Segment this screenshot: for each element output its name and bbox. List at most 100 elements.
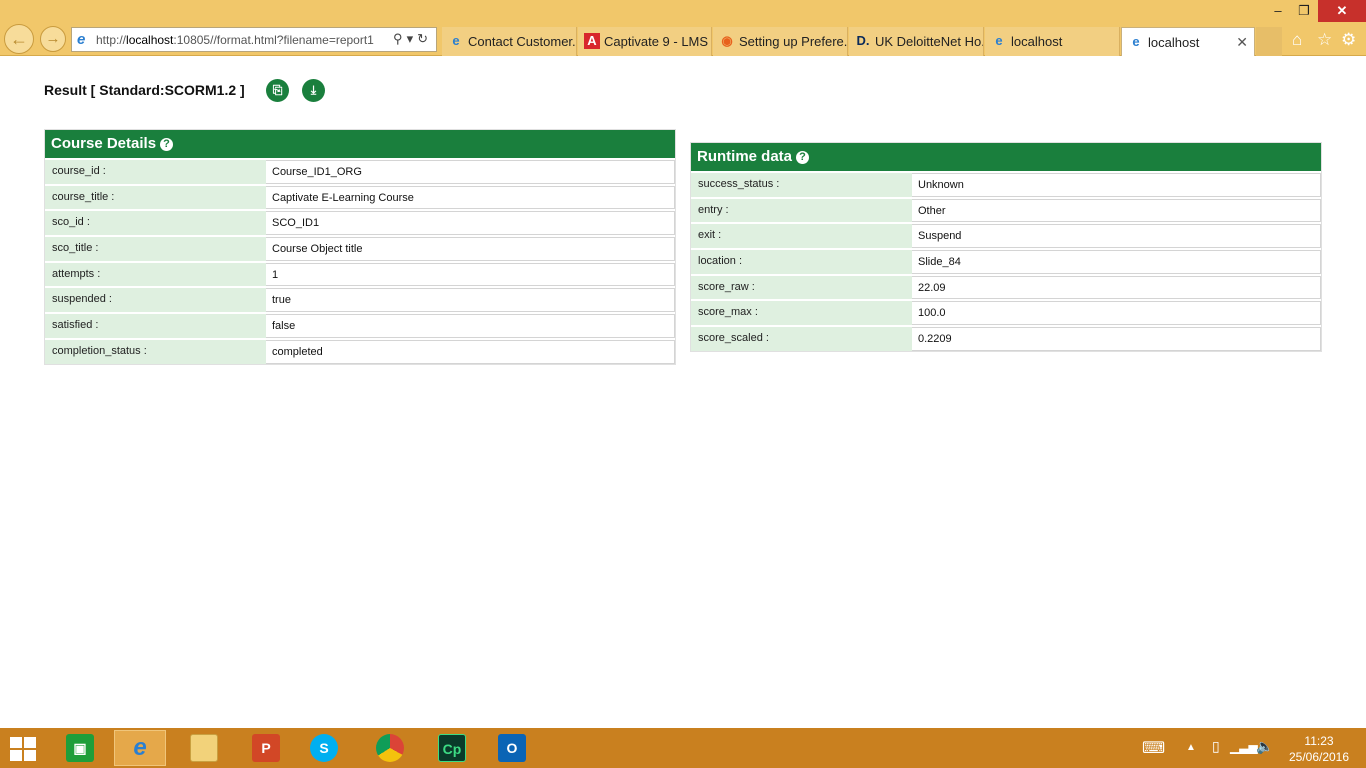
field-value: SCO_ID1 xyxy=(266,211,675,236)
field-key: score_raw : xyxy=(691,275,912,300)
ie-page-icon: e xyxy=(1132,34,1140,49)
course-details-panel: Course Details? course_id : Course_ID1_OR… xyxy=(44,129,676,365)
internet-explorer-icon: e xyxy=(133,734,147,761)
forward-button[interactable]: → xyxy=(40,26,66,52)
field-key: success_status : xyxy=(691,173,912,197)
windows-logo-icon-part xyxy=(24,737,36,748)
field-value: 1 xyxy=(266,262,675,287)
clock-time: 11:23 xyxy=(1304,734,1334,748)
taskbar-app-chrome[interactable] xyxy=(364,730,416,766)
address-url[interactable]: http://localhost:10805//format.html?file… xyxy=(96,33,381,47)
show-hidden-icons-icon[interactable]: ▲ xyxy=(1186,742,1196,753)
table-row: score_raw :22.09 xyxy=(691,273,1321,300)
forward-arrow-icon: → xyxy=(45,30,61,47)
minimize-button[interactable]: – xyxy=(1266,0,1290,22)
refresh-icon[interactable]: ↻ xyxy=(417,31,432,46)
maximize-button[interactable]: ❐ xyxy=(1292,0,1316,22)
chrome-icon xyxy=(376,734,404,762)
system-clock[interactable]: 11:23 25/06/2016 xyxy=(1284,733,1354,765)
browser-tab[interactable]: D. UK DeloitteNet Ho... xyxy=(849,27,984,56)
field-value: completed xyxy=(266,339,675,364)
signal-icon[interactable]: ▁▃▅ xyxy=(1230,740,1258,754)
field-key: course_title : xyxy=(45,185,266,210)
field-key: exit : xyxy=(691,224,912,249)
adobe-icon: A xyxy=(584,33,600,49)
browser-navbar: ← → e http://localhost:10805//format.htm… xyxy=(0,22,1366,56)
panel-header: Runtime data? xyxy=(691,143,1321,171)
download-icon: ⤓ xyxy=(310,83,317,97)
help-icon[interactable]: ? xyxy=(160,138,174,151)
field-value: 22.09 xyxy=(912,275,1321,300)
close-window-button[interactable]: ✕ xyxy=(1318,0,1366,22)
windows-logo-icon-part xyxy=(10,750,22,761)
taskbar-app-internet-explorer[interactable]: e xyxy=(114,730,166,766)
browser-tab[interactable]: e localhost xyxy=(985,27,1120,56)
keyboard-icon[interactable]: ⌨ xyxy=(1142,738,1165,758)
table-row: course_title : Captivate E-Learning Cours… xyxy=(45,183,675,210)
field-key: course_id : xyxy=(45,160,266,184)
field-key: suspended : xyxy=(45,288,266,313)
store-icon: ▣ xyxy=(66,734,94,762)
battery-icon[interactable]: ▯ xyxy=(1212,738,1220,755)
field-key: attempts : xyxy=(45,262,266,287)
close-tab-icon[interactable]: ✕ xyxy=(1236,34,1248,51)
help-icon[interactable]: ? xyxy=(796,151,810,164)
save-icon: ⎘ xyxy=(272,83,283,97)
browser-tab[interactable]: ◉ Setting up Prefere... xyxy=(713,27,848,56)
field-value: Other xyxy=(912,198,1321,223)
field-value: false xyxy=(266,314,675,338)
field-value: 100.0 xyxy=(912,301,1321,326)
field-key: score_max : xyxy=(691,301,912,326)
back-button[interactable]: ← xyxy=(4,24,34,54)
download-button[interactable]: ⤓ xyxy=(302,79,325,102)
table-row: attempts :1 xyxy=(45,260,675,287)
table-row: sco_id : SCO_ID1 xyxy=(45,209,675,236)
field-key: completion_status : xyxy=(45,339,266,364)
taskbar-app-outlook[interactable]: O xyxy=(486,730,538,766)
taskbar-app-captivate[interactable]: Cp xyxy=(426,730,478,766)
home-icon[interactable]: ⌂ xyxy=(1292,30,1302,50)
start-button[interactable] xyxy=(10,737,38,761)
panel-title: Course Details xyxy=(51,135,157,152)
taskbar-app-skype[interactable]: S xyxy=(298,730,350,766)
window-titlebar: – ❐ ✕ xyxy=(0,0,1366,22)
table-row: course_id : Course_ID1_ORG xyxy=(45,158,675,184)
outlook-icon: O xyxy=(498,734,526,762)
page-title: Result [ Standard:SCORM1.2 ] xyxy=(44,82,245,98)
browser-tab[interactable]: A Captivate 9 - LMS ... xyxy=(578,27,712,56)
field-key: score_scaled : xyxy=(691,327,912,351)
table-row: satisfied : false xyxy=(45,312,675,338)
ie-page-icon: e xyxy=(995,33,1003,48)
new-tab-button[interactable] xyxy=(1256,27,1282,56)
captivate-icon: Cp xyxy=(438,734,466,762)
save-report-button[interactable]: ⎘ xyxy=(266,79,289,102)
favorites-star-icon[interactable]: ☆ xyxy=(1317,30,1332,50)
address-bar[interactable]: e http://localhost:10805//format.html?fi… xyxy=(71,27,437,52)
field-key: entry : xyxy=(691,198,912,223)
taskbar-app-store[interactable]: ▣ xyxy=(54,730,106,766)
table-row: exit : Suspend xyxy=(691,222,1321,249)
taskbar-app-file-explorer[interactable] xyxy=(178,730,230,766)
browser-tab[interactable]: e Contact Customer... xyxy=(442,27,577,56)
field-value: Course_ID1_ORG xyxy=(266,160,675,184)
field-value: Suspend xyxy=(912,224,1321,249)
search-icon[interactable]: ⚲ xyxy=(393,31,407,46)
browser-tab-active[interactable]: e localhost ✕ xyxy=(1121,27,1255,56)
taskbar-app-powerpoint[interactable]: P xyxy=(240,730,292,766)
powerpoint-icon: P xyxy=(252,734,280,762)
clock-date: 25/06/2016 xyxy=(1288,750,1350,764)
volume-icon[interactable]: 🔈 xyxy=(1256,738,1273,755)
skype-icon: S xyxy=(310,734,338,762)
ie-page-icon: e xyxy=(77,31,86,48)
runtime-data-panel: Runtime data? success_status : Unknown en… xyxy=(690,142,1322,352)
field-value: Unknown xyxy=(912,173,1321,197)
address-actions: ⚲▾↻ xyxy=(393,31,432,47)
firefox-icon: ◉ xyxy=(721,33,733,48)
table-row: completion_status : completed xyxy=(45,337,675,364)
folder-icon xyxy=(190,734,218,762)
dropdown-icon[interactable]: ▾ xyxy=(407,31,418,46)
windows-logo-icon-part xyxy=(24,750,36,761)
table-row: suspended : true xyxy=(45,286,675,313)
gear-icon[interactable]: ⚙ xyxy=(1341,30,1356,50)
field-key: location : xyxy=(691,250,912,274)
